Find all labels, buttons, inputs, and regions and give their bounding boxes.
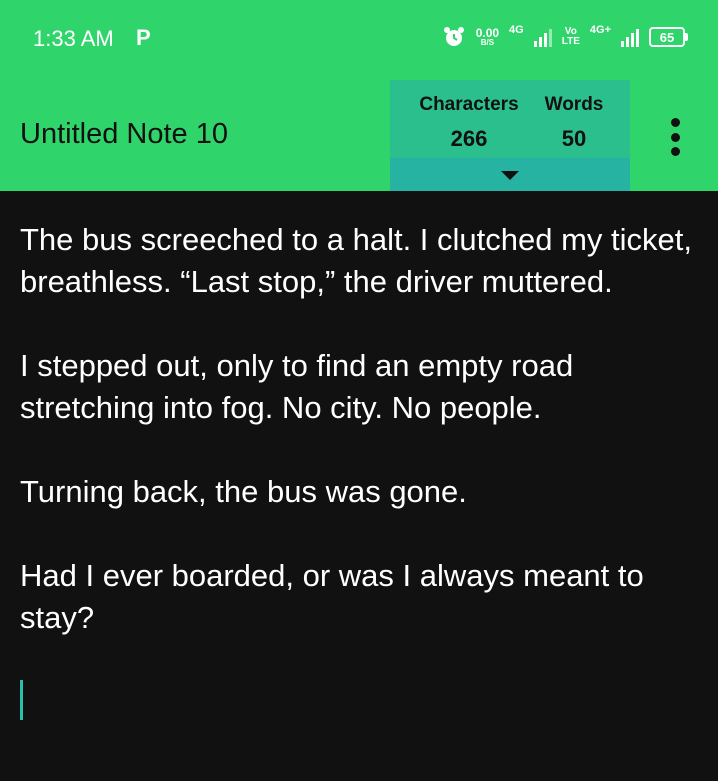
more-vert-icon bbox=[670, 118, 680, 127]
characters-value: 266 bbox=[450, 126, 488, 151]
counter-panel[interactable]: Characters 266 Words 50 bbox=[390, 80, 630, 191]
note-editor[interactable]: The bus screeched to a halt. I clutched … bbox=[20, 219, 710, 639]
characters-counter: Characters 266 bbox=[414, 94, 524, 152]
note-paragraph: I stepped out, only to find an empty roa… bbox=[20, 348, 574, 425]
battery-level: 65 bbox=[659, 29, 675, 45]
words-label: Words bbox=[544, 94, 604, 115]
words-counter: Words 50 bbox=[538, 94, 610, 152]
network-type-label: 4G bbox=[509, 24, 524, 36]
network-type-label-2: 4G+ bbox=[589, 24, 611, 36]
signal-icon-2 bbox=[621, 27, 639, 47]
app-bar: 1:33 AM P 0.00 B/S 4G Vo LTE 4G+ 65 Unti… bbox=[0, 0, 718, 191]
volte-label: Vo LTE bbox=[561, 26, 580, 47]
network-speed: 0.00 B/S bbox=[475, 26, 500, 47]
note-paragraph: The bus screeched to a halt. I clutched … bbox=[20, 222, 692, 299]
note-paragraph: Turning back, the bus was gone. bbox=[20, 474, 467, 509]
status-icons: 0.00 B/S 4G Vo LTE 4G+ 65 bbox=[442, 22, 688, 52]
text-cursor bbox=[20, 680, 23, 720]
characters-label: Characters bbox=[419, 94, 519, 115]
words-value: 50 bbox=[561, 126, 587, 151]
chevron-down-icon[interactable] bbox=[501, 171, 519, 180]
status-time: 1:33 AM bbox=[33, 26, 114, 51]
alarm-icon bbox=[443, 27, 464, 46]
status-bar: 1:33 AM P 0.00 B/S 4G Vo LTE 4G+ 65 bbox=[0, 0, 718, 80]
battery-icon: 65 bbox=[649, 27, 688, 47]
more-options-button[interactable] bbox=[662, 118, 688, 156]
note-paragraph: Had I ever boarded, or was I always mean… bbox=[20, 558, 644, 635]
signal-icon bbox=[533, 27, 552, 47]
note-title[interactable]: Untitled Note 10 bbox=[20, 118, 228, 151]
notification-icon: P bbox=[136, 25, 151, 50]
